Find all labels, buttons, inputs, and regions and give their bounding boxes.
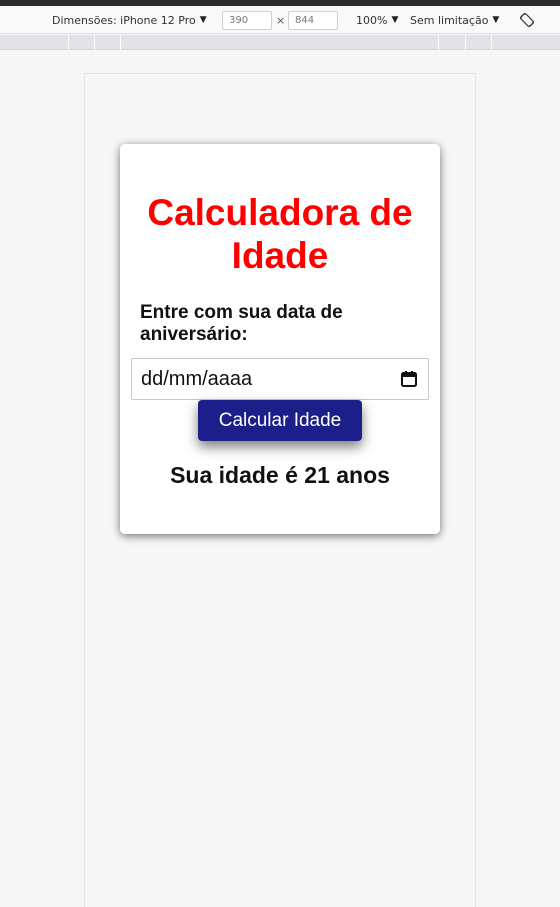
birthdate-input[interactable]: dd/mm/aaaa — [131, 358, 429, 400]
date-placeholder: dd/mm/aaaa — [141, 367, 253, 390]
caret-down-icon: ▼ — [391, 15, 399, 25]
age-calculator-card: Calculadora de Idade Entre com sua data … — [120, 144, 440, 534]
width-input[interactable]: 390 — [222, 11, 272, 30]
devtools-toolbar: Dimensões: iPhone 12 Pro ▼ 390 × 844 100… — [0, 6, 560, 34]
zoom-label: 100% — [356, 13, 388, 27]
dimensions-label: Dimensões: iPhone 12 Pro — [52, 13, 196, 27]
throttle-label: Sem limitação — [410, 13, 489, 27]
age-result: Sua idade é 21 anos — [170, 462, 390, 488]
calculate-age-button[interactable]: Calcular Idade — [198, 400, 362, 441]
rotate-device-icon[interactable] — [519, 12, 535, 28]
birthdate-label: Entre com sua data de aniversário: — [140, 302, 343, 345]
height-input[interactable]: 844 — [288, 11, 338, 30]
caret-down-icon: ▼ — [199, 15, 207, 25]
dimensions-select[interactable]: Dimensões: iPhone 12 Pro ▼ — [52, 6, 207, 34]
times-symbol: × — [276, 13, 286, 27]
throttle-select[interactable]: Sem limitação ▼ — [410, 6, 499, 34]
caret-down-icon: ▼ — [492, 15, 500, 25]
calendar-icon[interactable] — [400, 370, 418, 388]
zoom-select[interactable]: 100% ▼ — [356, 6, 398, 34]
media-query-ruler — [0, 35, 560, 50]
page-title: Calculadora de Idade — [147, 192, 413, 276]
